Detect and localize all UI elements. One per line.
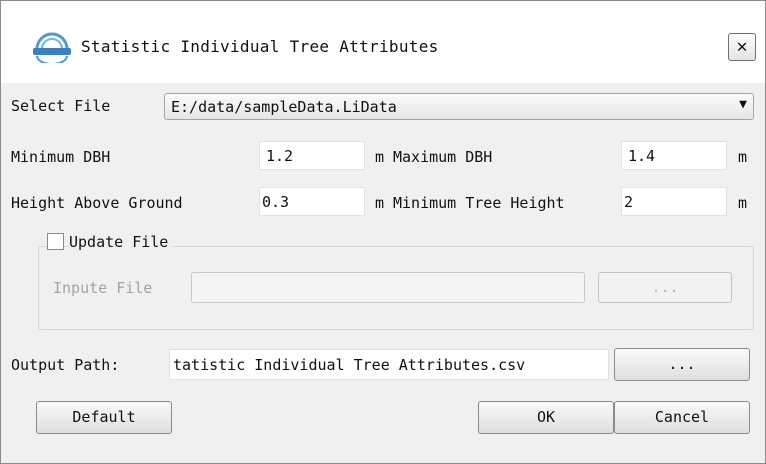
ok-button-label: OK [536, 408, 556, 426]
max-dbh-unit: m [738, 148, 748, 166]
lidar360-logo-icon [33, 32, 71, 63]
input-file-browse-button[interactable]: ... [598, 272, 732, 303]
cancel-button[interactable]: Cancel [614, 401, 750, 434]
close-icon: ✕ [736, 36, 748, 57]
input-file-label: Inpute File [53, 279, 153, 297]
min-dbh-input[interactable]: 1.2 [259, 141, 365, 170]
min-tree-height-value: 2 [624, 193, 634, 211]
min-dbh-unit: m [375, 148, 385, 166]
default-button-label: Default [72, 408, 136, 426]
min-dbh-value: 1.2 [266, 147, 294, 165]
output-path-browse-label: ... [668, 355, 696, 373]
height-above-ground-input[interactable]: 0.3 [259, 187, 365, 216]
min-tree-height-unit: m [738, 194, 748, 212]
max-dbh-input[interactable]: 1.4 [621, 141, 727, 170]
window-title: Statistic Individual Tree Attributes [81, 37, 439, 56]
close-button[interactable]: ✕ [728, 33, 756, 61]
height-above-ground-unit: m [375, 194, 385, 212]
dialog-window: Statistic Individual Tree Attributes ✕ S… [0, 0, 766, 464]
input-file-browse-label: ... [651, 278, 679, 296]
min-dbh-label: Minimum DBH [11, 148, 111, 166]
height-above-ground-label: Height Above Ground [11, 194, 183, 212]
min-tree-height-input[interactable]: 2 [621, 187, 727, 216]
output-path-label: Output Path: [11, 356, 120, 374]
update-file-checkbox[interactable] [47, 233, 64, 250]
min-tree-height-label: Minimum Tree Height [393, 194, 565, 212]
cancel-button-label: Cancel [654, 408, 710, 426]
default-button[interactable]: Default [36, 401, 172, 434]
height-above-ground-value: 0.3 [262, 193, 290, 211]
update-file-label: Update File [69, 233, 173, 251]
output-path-browse-button[interactable]: ... [614, 348, 750, 381]
select-file-dropdown[interactable]: E:/data/sampleData.LiData ▼ [164, 93, 754, 120]
input-file-field[interactable] [191, 272, 585, 303]
max-dbh-value: 1.4 [628, 147, 656, 165]
output-path-value: tatistic Individual Tree Attributes.csv [173, 356, 526, 374]
ok-button[interactable]: OK [478, 401, 614, 434]
max-dbh-label: Maximum DBH [393, 148, 493, 166]
output-path-input[interactable]: tatistic Individual Tree Attributes.csv [169, 349, 609, 380]
select-file-value: E:/data/sampleData.LiData [171, 98, 397, 116]
select-file-label: Select File [11, 97, 111, 115]
title-bar: Statistic Individual Tree Attributes ✕ [1, 1, 765, 83]
chevron-down-icon: ▼ [739, 97, 747, 112]
